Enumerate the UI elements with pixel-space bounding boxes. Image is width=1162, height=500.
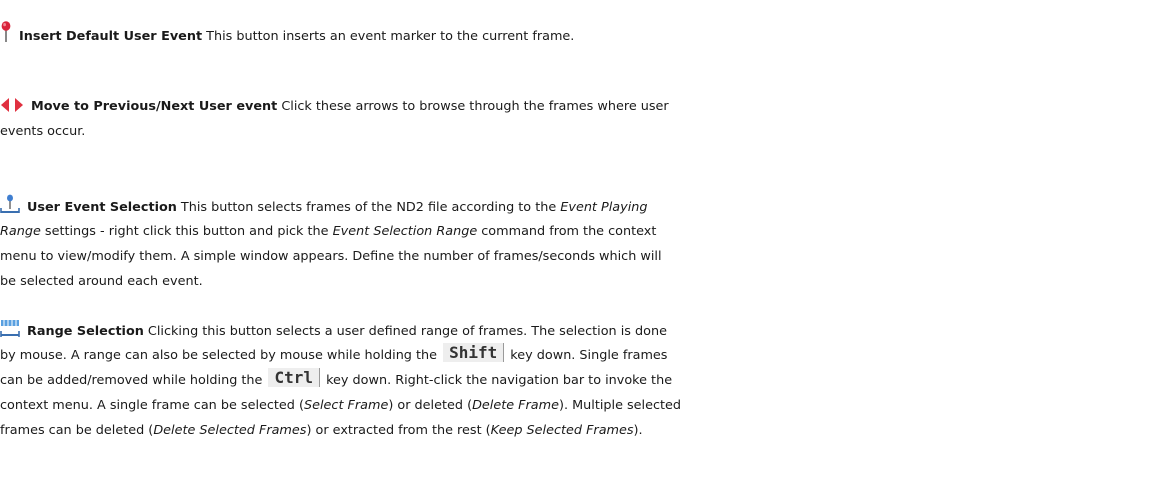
item-text: ) or deleted (	[388, 398, 473, 413]
item-text: can be added/removed while holding the	[0, 373, 267, 388]
line: User Event Selection This button selects…	[0, 194, 1160, 219]
shift-key: Shift	[443, 343, 505, 362]
line: context menu. A single frame can be sele…	[0, 393, 1160, 418]
item-emphasis: Range	[0, 224, 41, 239]
line: Range settings - right click this button…	[0, 219, 1160, 244]
line: Move to Previous/Next User event Click t…	[0, 94, 1160, 119]
item-title: Range Selection	[27, 324, 144, 339]
item-text: ) or extracted from the rest (	[306, 423, 491, 438]
item-title: User Event Selection	[27, 200, 177, 215]
item-text: context menu. A single frame can be sele…	[0, 398, 304, 413]
move-user-event-paragraph: Move to Previous/Next User event Click t…	[0, 94, 1160, 144]
item-text: This button selects frames of the ND2 fi…	[176, 200, 561, 215]
item-emphasis: Event Playing	[560, 200, 648, 215]
insert-default-user-event-paragraph: Insert Default User Event This button in…	[0, 21, 1160, 46]
pin-icon	[0, 21, 12, 52]
item-text: key down. Right-click the navigation bar…	[322, 373, 673, 388]
item-emphasis: Select Frame	[303, 398, 389, 413]
item-text: frames can be deleted (	[0, 423, 154, 438]
line: events occur.	[0, 124, 86, 139]
user-event-selection-paragraph: User Event Selection This button selects…	[0, 194, 1160, 294]
item-title: Move to Previous/Next User event	[31, 99, 278, 114]
item-emphasis: Keep Selected Frames	[490, 423, 634, 438]
range-selection-paragraph: Range Selection Clicking this button sel…	[0, 318, 1160, 443]
document: Insert Default User Event This button in…	[0, 0, 1162, 500]
item-text: Click these arrows to browse through the…	[277, 99, 669, 114]
item-emphasis: Event Selection Range	[332, 224, 478, 239]
item-text: command from the context	[477, 224, 657, 239]
item-text: Clicking this button selects a user defi…	[143, 324, 667, 339]
line: frames can be deleted (Delete Selected F…	[0, 418, 1160, 443]
ctrl-key: Ctrl	[268, 368, 321, 387]
item-text: key down. Single frames	[506, 348, 668, 363]
item-text: by mouse. A range can also be selected b…	[0, 348, 442, 363]
item-text: ). Multiple selected	[558, 398, 682, 413]
item-emphasis: Delete Selected Frames	[153, 423, 307, 438]
line: be selected around each event.	[0, 274, 203, 289]
line: Insert Default User Event This button in…	[0, 21, 1160, 46]
item-title: Insert Default User Event	[19, 29, 203, 44]
item-text: This button inserts an event marker to t…	[202, 29, 575, 44]
line: can be added/removed while holding the C…	[0, 368, 1160, 393]
item-text: ).	[633, 423, 643, 438]
item-emphasis: Delete Frame	[472, 398, 559, 413]
line: by mouse. A range can also be selected b…	[0, 343, 1160, 368]
line: Range Selection Clicking this button sel…	[0, 318, 1160, 343]
item-text: settings - right click this button and p…	[40, 224, 333, 239]
line: menu to view/modify them. A simple windo…	[0, 249, 662, 264]
